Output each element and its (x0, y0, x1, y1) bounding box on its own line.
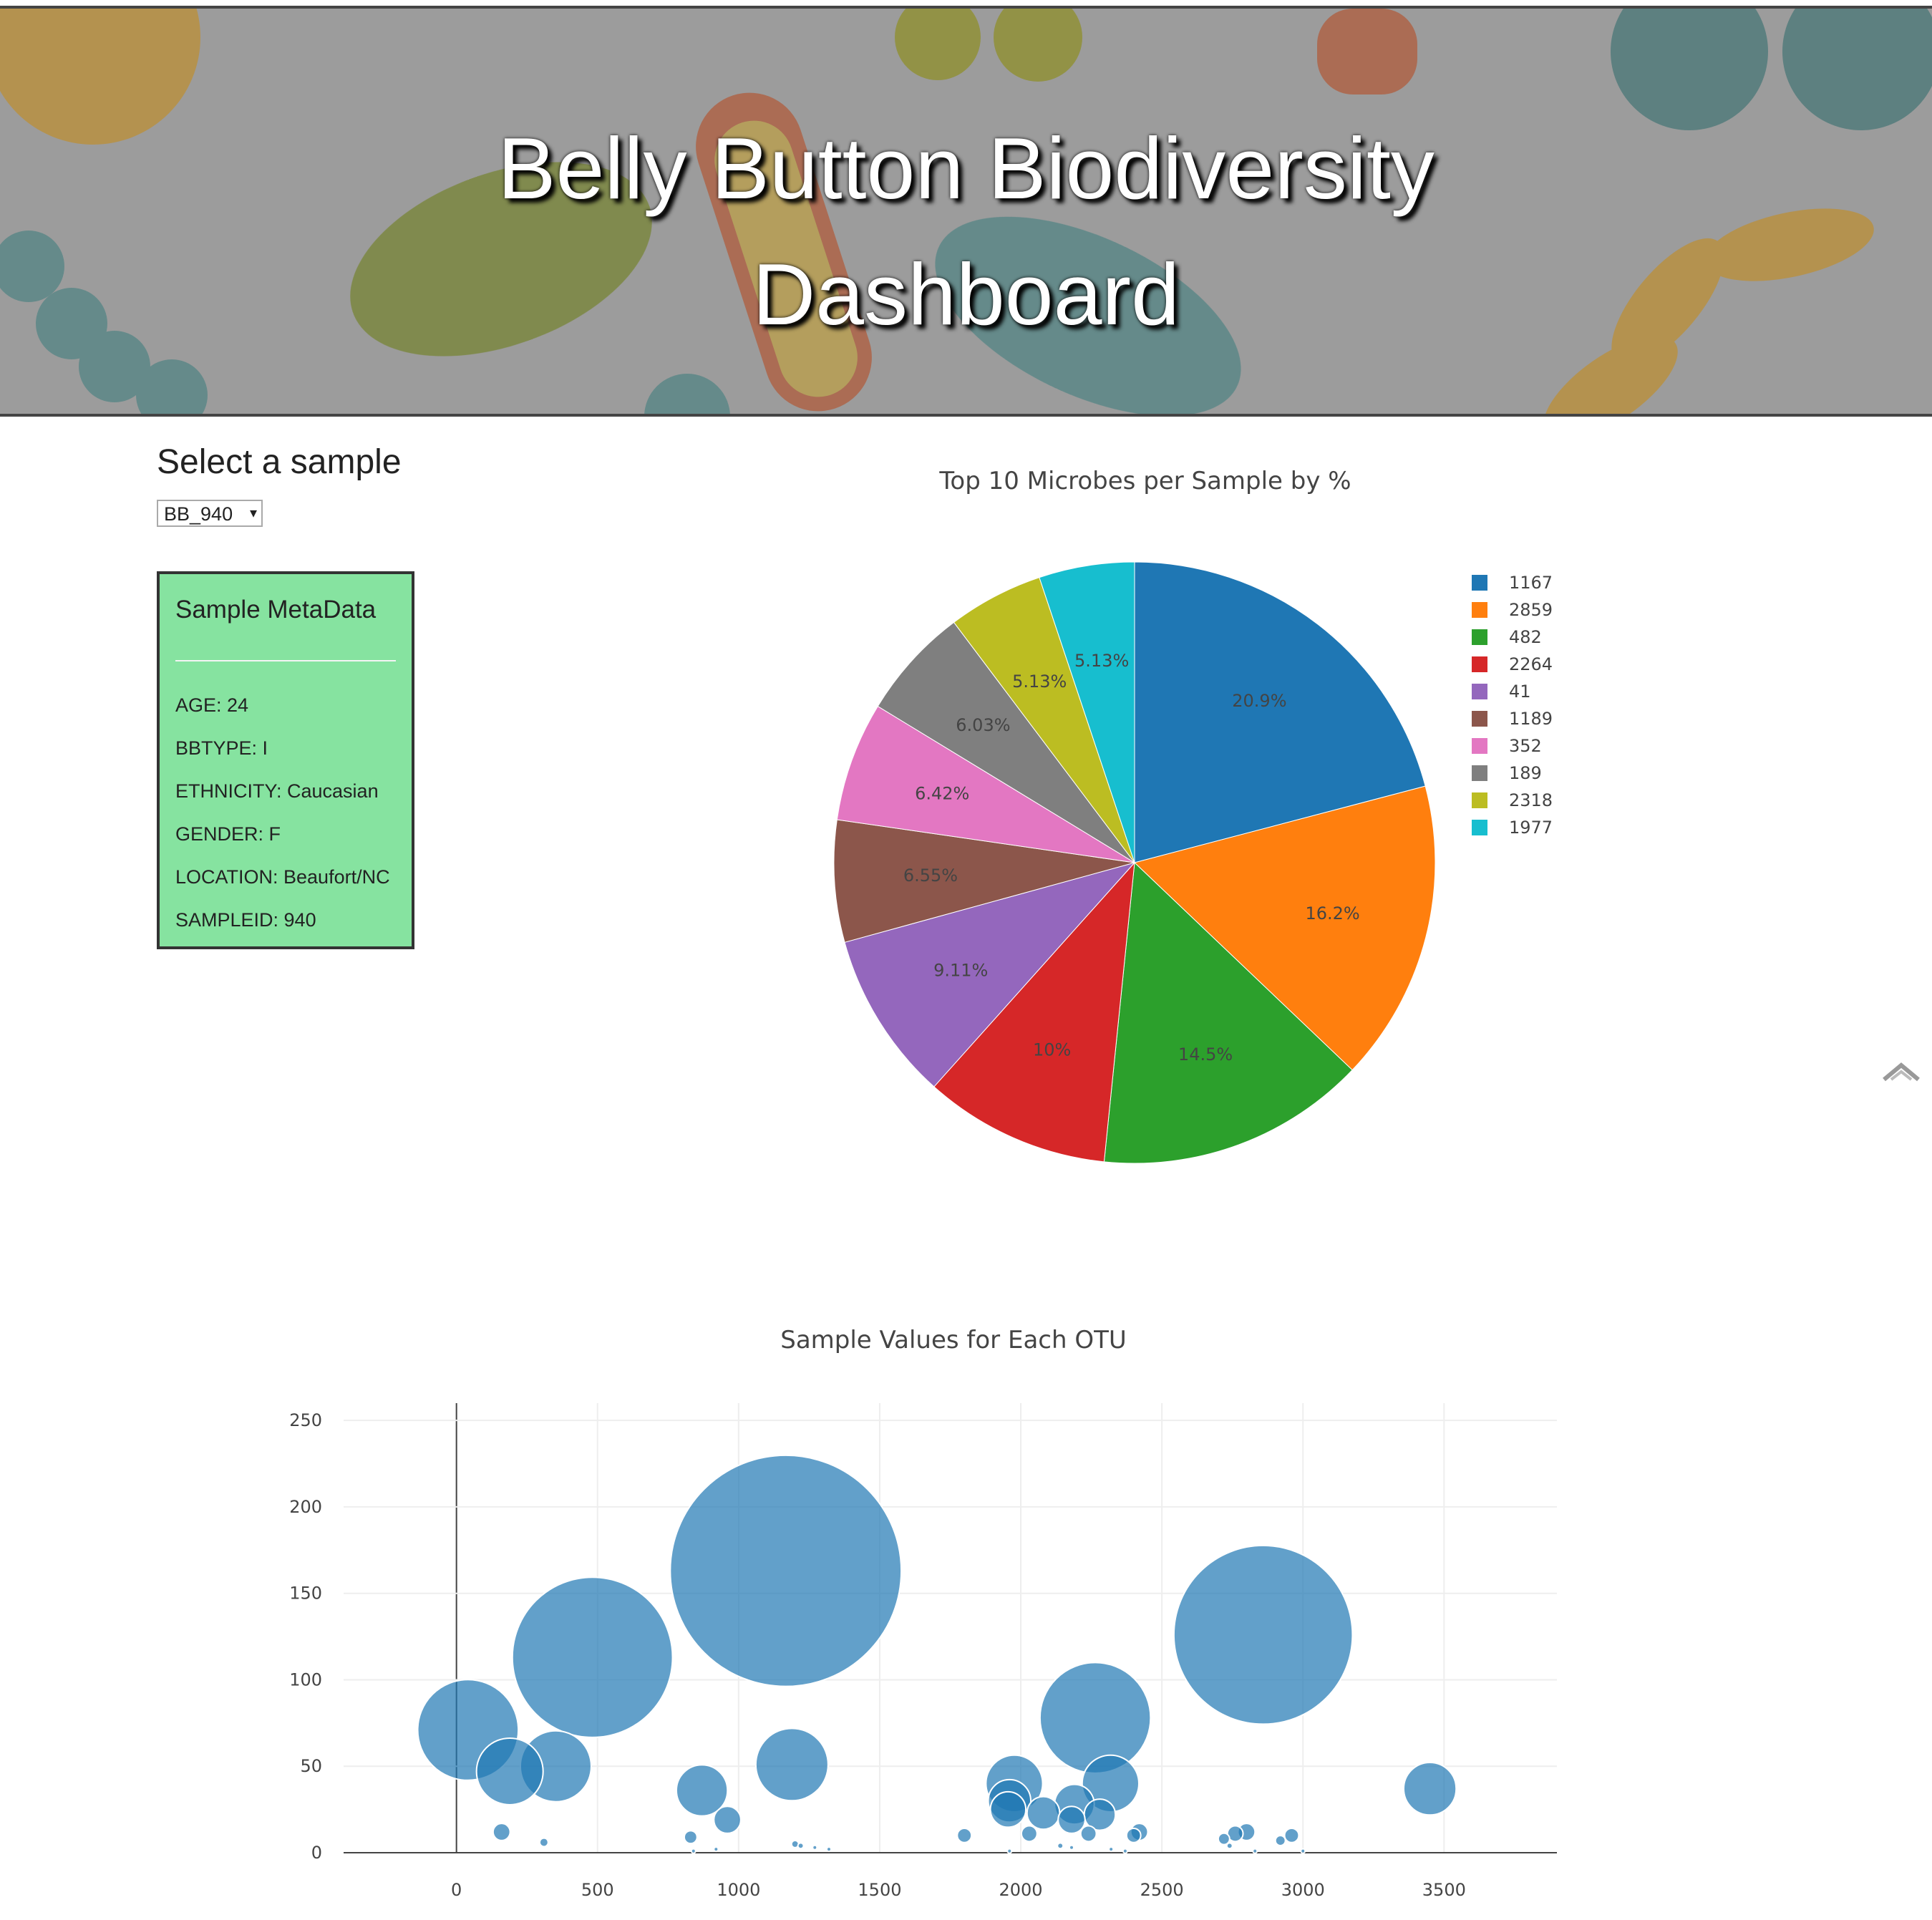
sample-dropdown-value: BB_940 (164, 503, 233, 525)
legend-swatch[interactable] (1472, 656, 1487, 672)
legend-label[interactable]: 41 (1509, 682, 1531, 702)
x-tick-label: 1000 (717, 1880, 760, 1900)
pie-slice-label: 16.2% (1305, 903, 1359, 923)
bubble-point[interactable] (713, 1846, 719, 1853)
title-line-1: Belly Button Biodiversity (497, 120, 1435, 217)
bubble-point[interactable] (754, 1727, 829, 1802)
pie-slice-label: 5.13% (1012, 671, 1067, 692)
legend-label[interactable]: 1167 (1509, 573, 1553, 593)
metadata-title: Sample MetaData (175, 596, 377, 624)
bubble-point[interactable] (492, 1823, 511, 1841)
pie-chart-title: Top 10 Microbes per Sample by % (939, 467, 1351, 495)
bubble-point[interactable] (690, 1848, 696, 1854)
bubble-chart[interactable]: 0 500 1000 1500 2000 2500 3000 3500 0 50 100 150 200… (272, 1403, 1582, 1919)
legend-label[interactable]: 482 (1509, 627, 1542, 647)
legend-label[interactable]: 352 (1509, 736, 1542, 756)
bubble-point[interactable] (683, 1830, 698, 1845)
bubble-point[interactable] (1173, 1544, 1354, 1725)
pie-slice-label: 20.9% (1232, 691, 1286, 711)
bubble-point[interactable] (475, 1737, 544, 1806)
legend-label[interactable]: 1189 (1509, 709, 1553, 729)
bubble-point[interactable] (812, 1844, 818, 1851)
bubble-point[interactable] (1006, 1848, 1013, 1854)
bubble-point[interactable] (1108, 1846, 1115, 1853)
legend-swatch[interactable] (1472, 738, 1487, 754)
x-tick-label: 2500 (1140, 1880, 1184, 1900)
metadata-location: LOCATION: Beaufort/NC (175, 866, 390, 888)
pie-slice-label: 6.42% (915, 783, 969, 803)
bubble-point[interactable] (1057, 1842, 1064, 1850)
pie-slice-label: 9.11% (933, 960, 988, 980)
legend-swatch[interactable] (1472, 711, 1487, 727)
legend-swatch[interactable] (1472, 765, 1487, 781)
bubble-point[interactable] (1402, 1762, 1457, 1816)
bubble-point[interactable] (989, 1790, 1027, 1828)
bubble-point[interactable] (1026, 1795, 1061, 1831)
x-tick-label: 3000 (1281, 1880, 1325, 1900)
pie-slice-label: 14.5% (1178, 1044, 1233, 1065)
bubble-point[interactable] (1057, 1805, 1086, 1834)
bubble-chart-title: Sample Values for Each OTU (780, 1326, 1127, 1354)
bubble-point[interactable] (1225, 1842, 1233, 1850)
bubble-point[interactable] (1283, 1827, 1300, 1843)
legend-swatch[interactable] (1472, 792, 1487, 808)
legend-swatch[interactable] (1472, 684, 1487, 699)
select-sample-label: Select a sample (157, 443, 402, 481)
metadata-divider (175, 660, 396, 661)
metadata-age: AGE: 24 (175, 694, 249, 716)
sample-metadata-panel: Sample MetaData AGE: 24 BBTYPE: I ETHNIC… (157, 571, 414, 949)
bubble-point[interactable] (1079, 1825, 1097, 1843)
bubble-point[interactable] (1122, 1848, 1128, 1854)
x-tick-label: 2000 (999, 1880, 1043, 1900)
bubble-point[interactable] (713, 1805, 742, 1834)
legend-label[interactable]: 1977 (1509, 818, 1553, 838)
bubble-point[interactable] (1125, 1827, 1142, 1843)
bubble-point[interactable] (538, 1837, 549, 1848)
x-tick-label: 1500 (858, 1880, 901, 1900)
x-tick-label: 500 (581, 1880, 614, 1900)
pie-slice-label: 6.03% (956, 715, 1010, 735)
y-tick-label: 100 (289, 1669, 322, 1689)
bubble-point[interactable] (956, 1827, 973, 1843)
bubble-point[interactable] (1252, 1848, 1258, 1854)
bubble-point[interactable] (1274, 1835, 1286, 1847)
y-tick-label: 250 (289, 1410, 322, 1430)
metadata-bbtype: BBTYPE: I (175, 737, 268, 759)
metadata-sampleid: SAMPLEID: 940 (175, 909, 316, 931)
x-tick-label: 3500 (1422, 1880, 1466, 1900)
metadata-gender: GENDER: F (175, 823, 281, 845)
legend-swatch[interactable] (1472, 820, 1487, 835)
legend-label[interactable]: 189 (1509, 763, 1542, 783)
bubble-point[interactable] (1020, 1825, 1038, 1843)
bubble-point[interactable] (826, 1846, 832, 1853)
sample-dropdown[interactable]: BB_940 ▾ (157, 500, 263, 527)
y-tick-label: 50 (300, 1756, 322, 1776)
legend-swatch[interactable] (1472, 602, 1487, 618)
x-tick-label: 0 (451, 1880, 462, 1900)
pie-slice-label: 10% (1033, 1039, 1071, 1060)
legend-swatch[interactable] (1472, 629, 1487, 645)
legend-label[interactable]: 2859 (1509, 600, 1553, 620)
bubble-point[interactable] (1300, 1848, 1306, 1854)
pie-chart[interactable]: 20.9% 16.2% 14.5% 10% 9.11% 6.55% 6.42% 6.03% 5.… (787, 530, 1646, 1174)
y-tick-label: 150 (289, 1584, 322, 1604)
y-tick-label: 200 (289, 1497, 322, 1517)
chevron-down-icon: ▾ (249, 505, 257, 521)
y-tick-label: 0 (311, 1843, 322, 1863)
bubble-point[interactable] (511, 1576, 674, 1738)
page-title: Belly Button Biodiversity Dashboard (0, 105, 1932, 357)
bubble-point[interactable] (1069, 1844, 1074, 1851)
legend-label[interactable]: 2264 (1509, 654, 1553, 674)
header-banner: Belly Button Biodiversity Dashboard (0, 6, 1932, 417)
bubble-point[interactable] (797, 1842, 805, 1850)
scroll-top-chevron-icon[interactable] (1881, 1061, 1921, 1082)
pie-slice-label: 6.55% (903, 866, 958, 886)
bubble-point[interactable] (1039, 1662, 1152, 1774)
pie-slice-label: 5.13% (1074, 651, 1129, 671)
metadata-ethnicity: ETHNICITY: Caucasian (175, 780, 379, 802)
bubble-point[interactable] (669, 1454, 903, 1687)
title-line-2: Dashboard (752, 246, 1180, 343)
legend-swatch[interactable] (1472, 575, 1487, 591)
legend-label[interactable]: 2318 (1509, 790, 1553, 810)
